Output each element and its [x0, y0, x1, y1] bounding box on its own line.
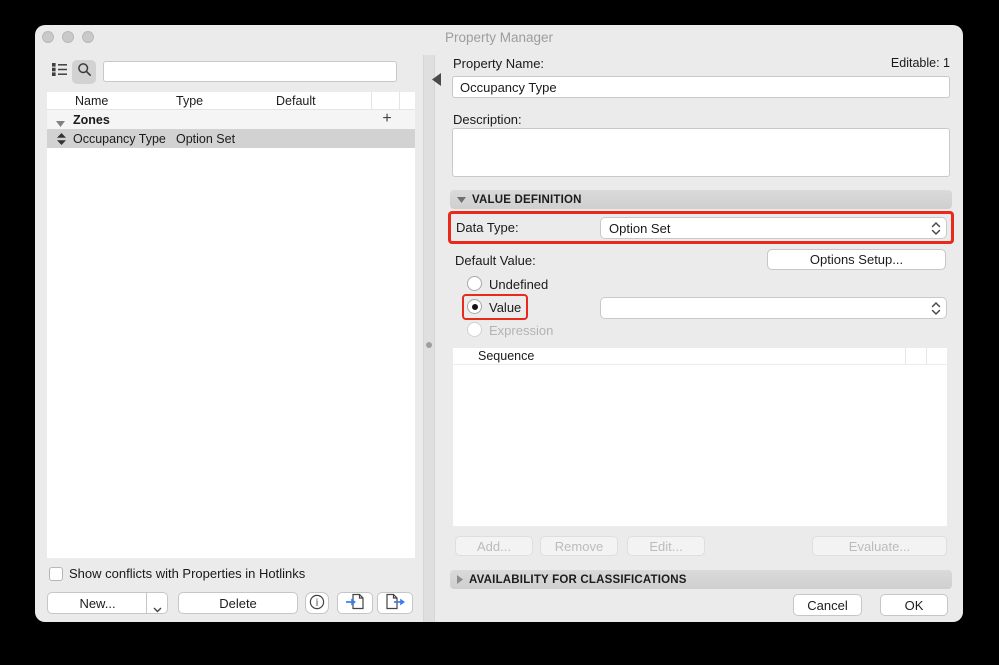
group-row-zones[interactable]: Zones +	[47, 110, 415, 129]
show-conflicts-checkbox[interactable]	[49, 567, 63, 581]
data-type-dropdown[interactable]: Option Set	[600, 217, 947, 239]
radio-value[interactable]	[467, 299, 482, 314]
value-definition-title: VALUE DEFINITION	[472, 193, 582, 206]
column-header-default[interactable]: Default	[276, 94, 316, 108]
disclosure-down-icon[interactable]	[56, 116, 65, 130]
panel-splitter[interactable]	[423, 55, 435, 622]
svg-text:i: i	[316, 597, 319, 608]
data-type-value: Option Set	[609, 220, 671, 236]
import-icon	[345, 593, 366, 613]
disclosure-down-icon	[457, 196, 466, 203]
search-icon	[77, 62, 92, 82]
cancel-button-label: Cancel	[807, 597, 848, 613]
column-divider	[905, 348, 906, 365]
column-divider	[371, 92, 372, 110]
column-header-type[interactable]: Type	[176, 94, 203, 108]
add-button: Add...	[455, 536, 533, 556]
column-divider	[926, 348, 927, 365]
evaluate-button-label: Evaluate...	[848, 538, 911, 554]
description-input[interactable]	[452, 128, 950, 177]
remove-button: Remove	[540, 536, 618, 556]
property-name-label: Property Name:	[453, 56, 545, 71]
tree-list-icon	[51, 62, 68, 82]
ok-button-label: OK	[904, 597, 924, 613]
radio-expression-label: Expression	[489, 323, 554, 338]
export-button[interactable]	[377, 592, 413, 614]
value-dropdown[interactable]	[600, 297, 947, 319]
add-button-label: Add...	[477, 538, 511, 554]
radio-undefined[interactable]	[467, 276, 482, 291]
value-definition-header[interactable]: VALUE DEFINITION	[450, 190, 952, 209]
edit-button-label: Edit...	[649, 538, 683, 554]
delete-button[interactable]: Delete	[178, 592, 298, 614]
properties-table: Name Type Default Zones + Occupancy Type…	[47, 92, 415, 558]
evaluate-button: Evaluate...	[812, 536, 947, 556]
new-button[interactable]: New...	[47, 592, 168, 614]
description-label: Description:	[453, 112, 522, 127]
sequence-column-header[interactable]: Sequence	[478, 349, 534, 363]
editable-count: Editable: 1	[890, 56, 950, 70]
group-name: Zones	[73, 113, 110, 127]
new-button-label: New...	[79, 595, 116, 611]
sequence-header-row: Sequence	[453, 348, 947, 365]
default-value-label: Default Value:	[455, 253, 536, 268]
delete-button-label: Delete	[219, 595, 257, 611]
splitter-grip[interactable]	[426, 342, 432, 348]
search-toggle-button[interactable]	[72, 60, 96, 84]
add-property-button[interactable]: +	[377, 110, 397, 129]
property-row-occupancy-type[interactable]: Occupancy Type Option Set	[47, 129, 415, 148]
property-manager-window: Property Manager Name Type Default Zones…	[35, 25, 963, 622]
info-icon: i	[309, 594, 325, 613]
radio-expression	[467, 322, 482, 337]
search-input[interactable]	[103, 61, 397, 82]
availability-header[interactable]: AVAILABILITY FOR CLASSIFICATIONS	[450, 570, 952, 589]
radio-value-label: Value	[489, 300, 522, 315]
window-title: Property Manager	[444, 30, 554, 45]
button-divider	[146, 593, 147, 613]
stepper-icon	[931, 301, 941, 319]
table-header-row: Name Type Default	[47, 92, 415, 110]
stepper-icon	[931, 221, 941, 239]
info-button[interactable]: i	[305, 592, 329, 614]
reorder-handle-icon[interactable]	[57, 132, 66, 148]
property-name-input[interactable]	[452, 76, 950, 98]
options-setup-label: Options Setup...	[809, 252, 904, 267]
availability-title: AVAILABILITY FOR CLASSIFICATIONS	[469, 573, 687, 586]
options-setup-button[interactable]: Options Setup...	[767, 249, 946, 270]
data-type-label: Data Type:	[456, 220, 519, 235]
export-icon	[385, 593, 406, 613]
disclosure-right-icon	[457, 575, 463, 584]
property-name-cell: Occupancy Type	[73, 132, 166, 146]
cancel-button[interactable]: Cancel	[793, 594, 862, 616]
show-conflicts-label: Show conflicts with Properties in Hotlin…	[69, 566, 306, 581]
edit-button: Edit...	[627, 536, 705, 556]
chevron-down-icon[interactable]	[153, 601, 162, 616]
column-header-name[interactable]: Name	[75, 94, 108, 108]
remove-button-label: Remove	[554, 538, 604, 554]
import-button[interactable]	[337, 592, 373, 614]
sequence-table: Sequence	[453, 348, 947, 526]
column-divider	[399, 92, 400, 110]
collapse-panel-icon[interactable]	[432, 73, 441, 91]
tree-view-button[interactable]	[47, 60, 71, 84]
property-type-cell: Option Set	[176, 132, 236, 146]
radio-undefined-label: Undefined	[489, 277, 549, 292]
ok-button[interactable]: OK	[880, 594, 948, 616]
